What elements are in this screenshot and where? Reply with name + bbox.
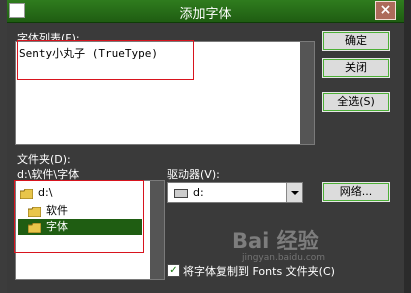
close-button[interactable]: 关闭 <box>322 58 390 78</box>
watermark-url: jingyan.baidu.com <box>242 253 326 263</box>
folder-tree-scrollbar[interactable] <box>150 181 164 279</box>
network-button[interactable]: 网络... <box>322 182 390 202</box>
folder-label: 文件夹(D): <box>17 153 71 166</box>
copy-to-fonts-checkbox[interactable]: ✓ <box>167 264 180 277</box>
annotation-box-folder-tree <box>14 180 144 253</box>
drive-icon <box>174 189 188 198</box>
drives-label: 驱动器(V): <box>167 168 220 181</box>
copy-to-fonts-label: 将字体复制到 Fonts 文件夹(C) <box>183 265 335 278</box>
drives-selected-value: d: <box>193 186 204 199</box>
drives-combobox[interactable]: d: <box>167 182 303 203</box>
window-title: 添加字体 <box>179 7 232 22</box>
watermark-logo: Bai 经验 <box>232 229 319 253</box>
close-window-button[interactable]: × <box>375 1 396 20</box>
add-font-dialog: 添加字体 × 字体列表(F): Senty小丸子 (TrueType) 确定 关… <box>7 0 404 293</box>
ok-button[interactable]: 确定 <box>322 31 390 51</box>
annotation-box-font-list <box>17 40 194 80</box>
title-bar[interactable]: 添加字体 × <box>7 0 404 23</box>
font-list-scrollbar[interactable] <box>300 42 314 144</box>
chevron-down-icon[interactable] <box>286 183 302 202</box>
select-all-button[interactable]: 全选(S) <box>322 92 390 112</box>
